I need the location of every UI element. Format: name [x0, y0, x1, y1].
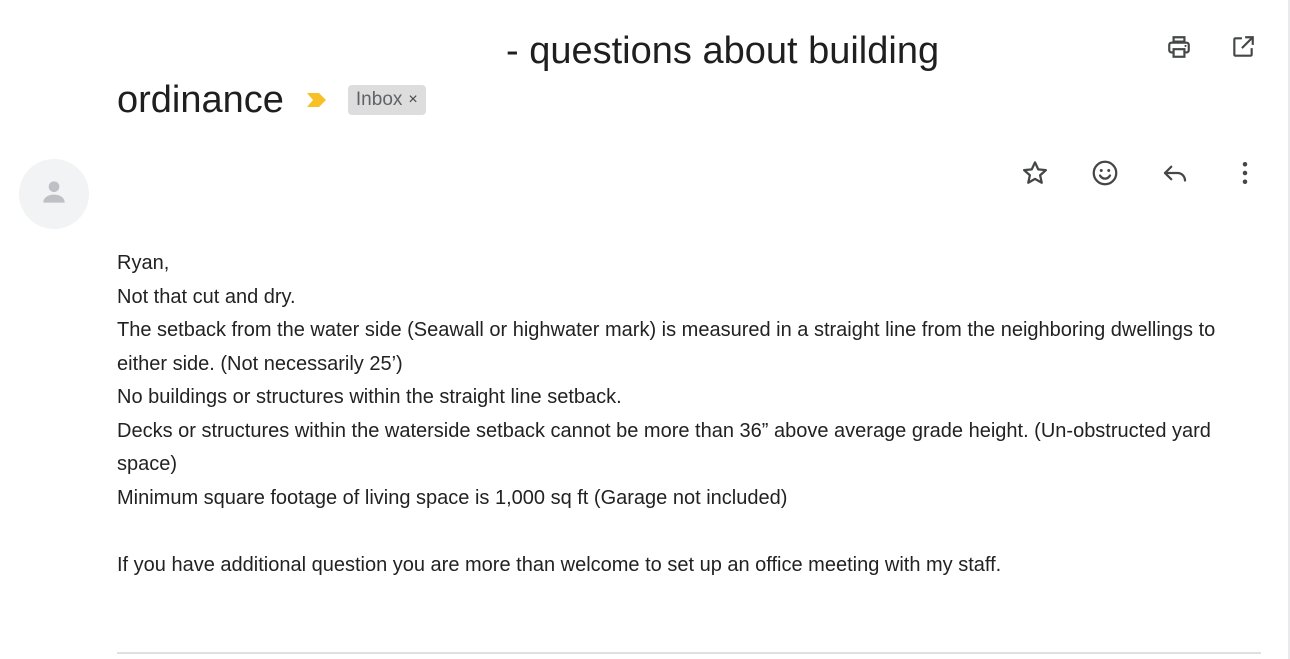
body-line: Ryan,: [117, 252, 170, 274]
emoji-reaction-icon: [1090, 158, 1120, 193]
remove-label-button[interactable]: ×: [408, 91, 417, 109]
label-chip-text: Inbox: [355, 89, 403, 110]
message-body: Ryan, Not that cut and dry. The setback …: [117, 247, 1267, 583]
star-icon: [1020, 158, 1050, 193]
default-avatar-icon: [38, 176, 70, 213]
body-line: No buildings or structures within the st…: [117, 386, 622, 408]
star-button[interactable]: [1018, 158, 1052, 192]
inbox-label-chip: Inbox ×: [347, 85, 426, 115]
open-in-new-window-button[interactable]: [1226, 32, 1260, 66]
add-reaction-button[interactable]: [1088, 158, 1122, 192]
body-line: Decks or structures within the waterside…: [117, 419, 1211, 476]
body-line: The setback from the water side (Seawall…: [117, 319, 1216, 375]
thread-toolbar: [1162, 32, 1260, 66]
email-view: - questions about building ordinance Inb…: [0, 0, 1290, 659]
body-line: Not that cut and dry.: [117, 285, 296, 308]
more-vertical-icon: [1230, 158, 1260, 193]
reply-icon: [1160, 158, 1190, 193]
more-options-button[interactable]: [1228, 158, 1262, 192]
body-line: Minimum square footage of living space i…: [117, 486, 788, 509]
message-actions: [1018, 158, 1262, 192]
print-icon: [1166, 34, 1192, 65]
message-divider: [117, 652, 1261, 654]
open-in-new-window-icon: [1230, 34, 1256, 65]
sender-avatar[interactable]: [19, 159, 89, 229]
importance-marker-icon[interactable]: [306, 92, 328, 108]
body-closing: If you have additional question you are …: [117, 554, 1002, 576]
print-all-button[interactable]: [1162, 32, 1196, 66]
reply-button[interactable]: [1158, 158, 1192, 192]
subject-title-line1: - questions about building: [506, 30, 940, 72]
subject-title-row: ordinance Inbox ×: [117, 76, 426, 124]
subject-title-line2: ordinance: [117, 79, 284, 121]
